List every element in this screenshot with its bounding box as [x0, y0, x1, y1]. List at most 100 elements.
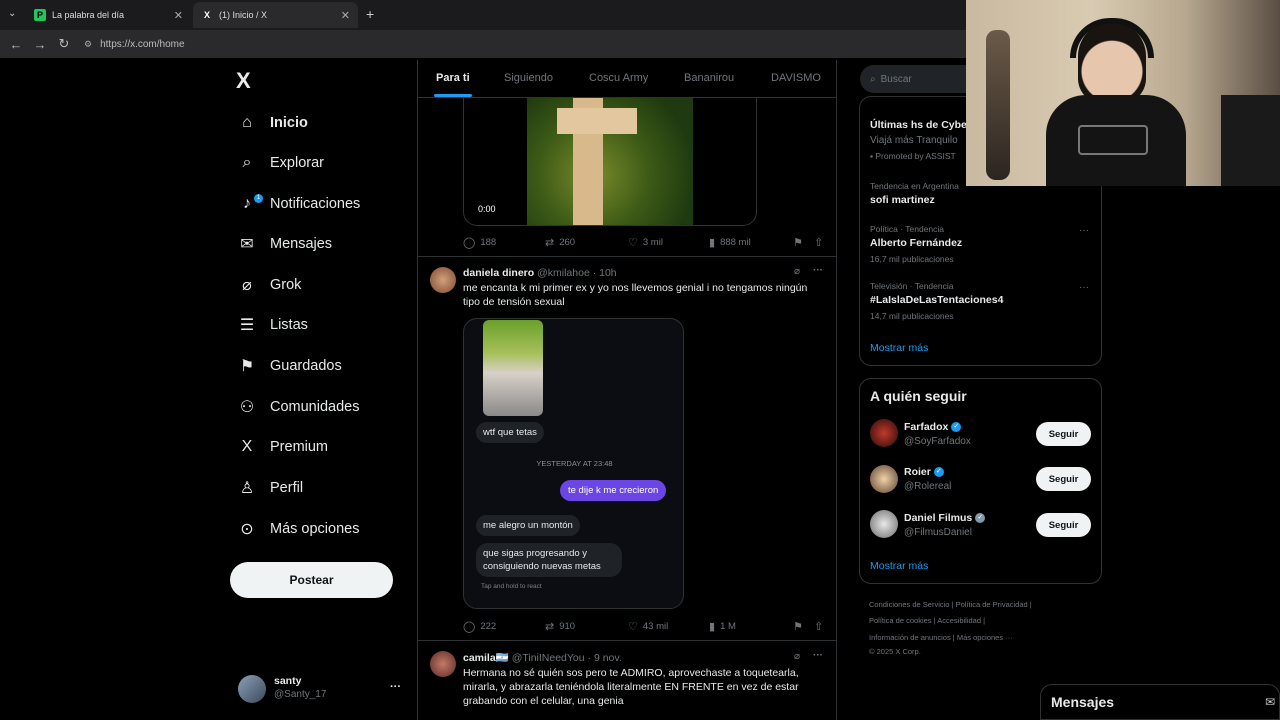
- author-handle[interactable]: @kmilahoe · 10h: [537, 267, 617, 279]
- x-premium-icon: X: [241, 438, 253, 455]
- promo-title[interactable]: Últimas hs de Cybe: [870, 119, 967, 131]
- chat-react-hint: Tap and hold to react: [481, 583, 542, 590]
- close-tab-icon[interactable]: ✕: [341, 9, 350, 22]
- new-message-icon[interactable]: ✉: [1265, 695, 1275, 709]
- reload-icon[interactable]: ↻: [54, 36, 74, 52]
- author-name[interactable]: camila🇦🇷: [463, 652, 509, 664]
- share-button[interactable]: ⇧: [814, 620, 828, 633]
- author-handle[interactable]: @TiniINeedYou · 9 nov.: [512, 652, 622, 664]
- retweet-count: 260: [559, 237, 576, 248]
- url-field[interactable]: ⚙ https://x.com/home: [84, 39, 185, 50]
- trend-name[interactable]: Alberto Fernández: [870, 237, 962, 249]
- bookmark-icon: ⚑: [793, 621, 803, 633]
- close-tab-icon[interactable]: ✕: [174, 9, 183, 22]
- avatar[interactable]: [870, 510, 898, 538]
- video-player[interactable]: 0:00: [463, 98, 757, 226]
- post-button[interactable]: Postear: [230, 562, 393, 598]
- tab-davismo[interactable]: DAVISMO: [771, 72, 821, 84]
- retweet-icon: ⇄: [545, 621, 555, 633]
- tweet-image-chat-screenshot[interactable]: wtf que tetas YESTERDAY AT 23:48 te dije…: [463, 318, 684, 609]
- tab-coscu-army[interactable]: Coscu Army: [589, 72, 648, 84]
- home-timeline: Para ti Siguiendo Coscu Army Bananirou D…: [417, 60, 837, 720]
- retweet-button[interactable]: ⇄ 260: [545, 236, 575, 249]
- avatar[interactable]: [870, 465, 898, 493]
- bookmark-button[interactable]: ⚑: [793, 620, 808, 633]
- follow-button[interactable]: Seguir: [1036, 422, 1091, 446]
- sidebar-item-premium[interactable]: X Premium: [236, 432, 328, 462]
- views-button[interactable]: ▮ 1 M: [709, 620, 736, 633]
- feed-tabs: Para ti Siguiendo Coscu Army Bananirou D…: [418, 60, 836, 98]
- tab-list-dropdown-icon[interactable]: ⌄: [8, 8, 16, 19]
- webcam-overlay: [966, 0, 1280, 186]
- site-settings-icon[interactable]: ⚙: [84, 39, 92, 49]
- trend-name[interactable]: #LaIslaDeLasTentaciones4: [870, 294, 1003, 306]
- footer-links[interactable]: Política de cookies | Accesibilidad |: [869, 616, 985, 625]
- bookmark-icon: ⚑: [239, 358, 255, 375]
- avatar[interactable]: [430, 651, 456, 677]
- tab-bananirou[interactable]: Bananirou: [684, 72, 734, 84]
- like-count: 43 mil: [642, 621, 669, 632]
- follow-button[interactable]: Seguir: [1036, 467, 1091, 491]
- author-name[interactable]: daniela dinero: [463, 267, 534, 279]
- sidebar-item-label: Más opciones: [270, 521, 360, 537]
- views-button[interactable]: ▮ 888 mil: [709, 236, 751, 249]
- messages-drawer[interactable]: Mensajes ✉: [1040, 684, 1280, 720]
- sidebar-item-label: Comunidades: [270, 399, 360, 415]
- tweet-more-icon[interactable]: ···: [813, 650, 823, 661]
- sidebar-item-notificaciones[interactable]: 1 ♪ Notificaciones: [236, 189, 360, 219]
- views-count: 1 M: [720, 621, 736, 632]
- account-switcher[interactable]: santy @Santy_17 ···: [238, 675, 408, 705]
- x-logo-icon[interactable]: X: [236, 68, 251, 94]
- reply-button[interactable]: ◯ 222: [463, 620, 496, 633]
- follow-user-name[interactable]: Roier ✓: [904, 466, 944, 478]
- show-more-trends-link[interactable]: Mostrar más: [870, 342, 928, 354]
- browser-tab-palabra[interactable]: P La palabra del día ✕: [26, 2, 191, 28]
- sidebar-item-comunidades[interactable]: ⚇ Comunidades: [236, 392, 360, 422]
- back-arrow-icon[interactable]: ←: [6, 37, 26, 52]
- verified-badge-icon: ✓: [975, 513, 986, 524]
- follow-button[interactable]: Seguir: [1036, 513, 1091, 537]
- footer-links[interactable]: Condiciones de Servicio | Política de Pr…: [869, 600, 1032, 609]
- home-icon: ⌂: [242, 114, 252, 131]
- active-tab-indicator: [434, 94, 472, 97]
- trend-name[interactable]: sofi martinez: [870, 194, 935, 206]
- tab-siguiendo[interactable]: Siguiendo: [504, 72, 553, 84]
- list-icon: ☰: [239, 317, 255, 334]
- tweet-text: Hermana no sé quién sos pero te ADMIRO, …: [463, 667, 799, 707]
- avatar[interactable]: [430, 267, 456, 293]
- sidebar-item-listas[interactable]: ☰ Listas: [236, 310, 308, 340]
- search-icon: ⌕: [242, 154, 252, 171]
- follow-user-name[interactable]: Farfadox ✓: [904, 421, 962, 433]
- browser-tab-x-home[interactable]: X (1) Inicio / X ✕: [193, 2, 358, 28]
- footer-links[interactable]: Información de anuncios | Más opciones ·…: [869, 633, 1013, 642]
- retweet-button[interactable]: ⇄ 910: [545, 620, 575, 633]
- trend-more-icon[interactable]: ···: [1079, 282, 1089, 293]
- sidebar-item-guardados[interactable]: ⚑ Guardados: [236, 351, 342, 381]
- tab-title: La palabra del día: [52, 10, 125, 20]
- new-tab-button[interactable]: +: [366, 6, 374, 22]
- reply-button[interactable]: ◯ 188: [463, 236, 496, 249]
- tab-para-ti[interactable]: Para ti: [436, 72, 470, 84]
- follow-user-name[interactable]: Daniel Filmus ✓: [904, 512, 986, 524]
- sidebar-item-label: Listas: [270, 317, 308, 333]
- tweet-more-icon[interactable]: ···: [813, 265, 823, 276]
- trend-more-icon[interactable]: ···: [1079, 225, 1089, 236]
- grok-icon[interactable]: ⌀: [794, 266, 800, 277]
- forward-arrow-icon[interactable]: →: [30, 37, 50, 52]
- like-button[interactable]: ♡ 43 mil: [628, 620, 668, 633]
- sidebar-item-explorar[interactable]: ⌕ Explorar: [236, 148, 324, 178]
- sidebar-item-inicio[interactable]: ⌂ Inicio: [236, 108, 308, 138]
- trend-meta: Televisión · Tendencia: [870, 281, 954, 291]
- wooden-cross-beam-image: [557, 108, 637, 134]
- show-more-follow-link[interactable]: Mostrar más: [870, 560, 928, 572]
- grok-icon[interactable]: ⌀: [794, 651, 800, 662]
- bookmark-button[interactable]: ⚑: [793, 236, 808, 249]
- like-button[interactable]: ♡ 3 mil: [628, 236, 663, 249]
- sidebar-item-perfil[interactable]: ♙ Perfil: [236, 473, 303, 503]
- sidebar-item-grok[interactable]: ⌀ Grok: [236, 270, 301, 300]
- share-button[interactable]: ⇧: [814, 236, 828, 249]
- more-circle-icon: ⊙: [240, 521, 254, 538]
- sidebar-item-m-s-opciones[interactable]: ⊙ Más opciones: [236, 514, 359, 544]
- avatar[interactable]: [870, 419, 898, 447]
- sidebar-item-mensajes[interactable]: ✉ Mensajes: [236, 229, 332, 259]
